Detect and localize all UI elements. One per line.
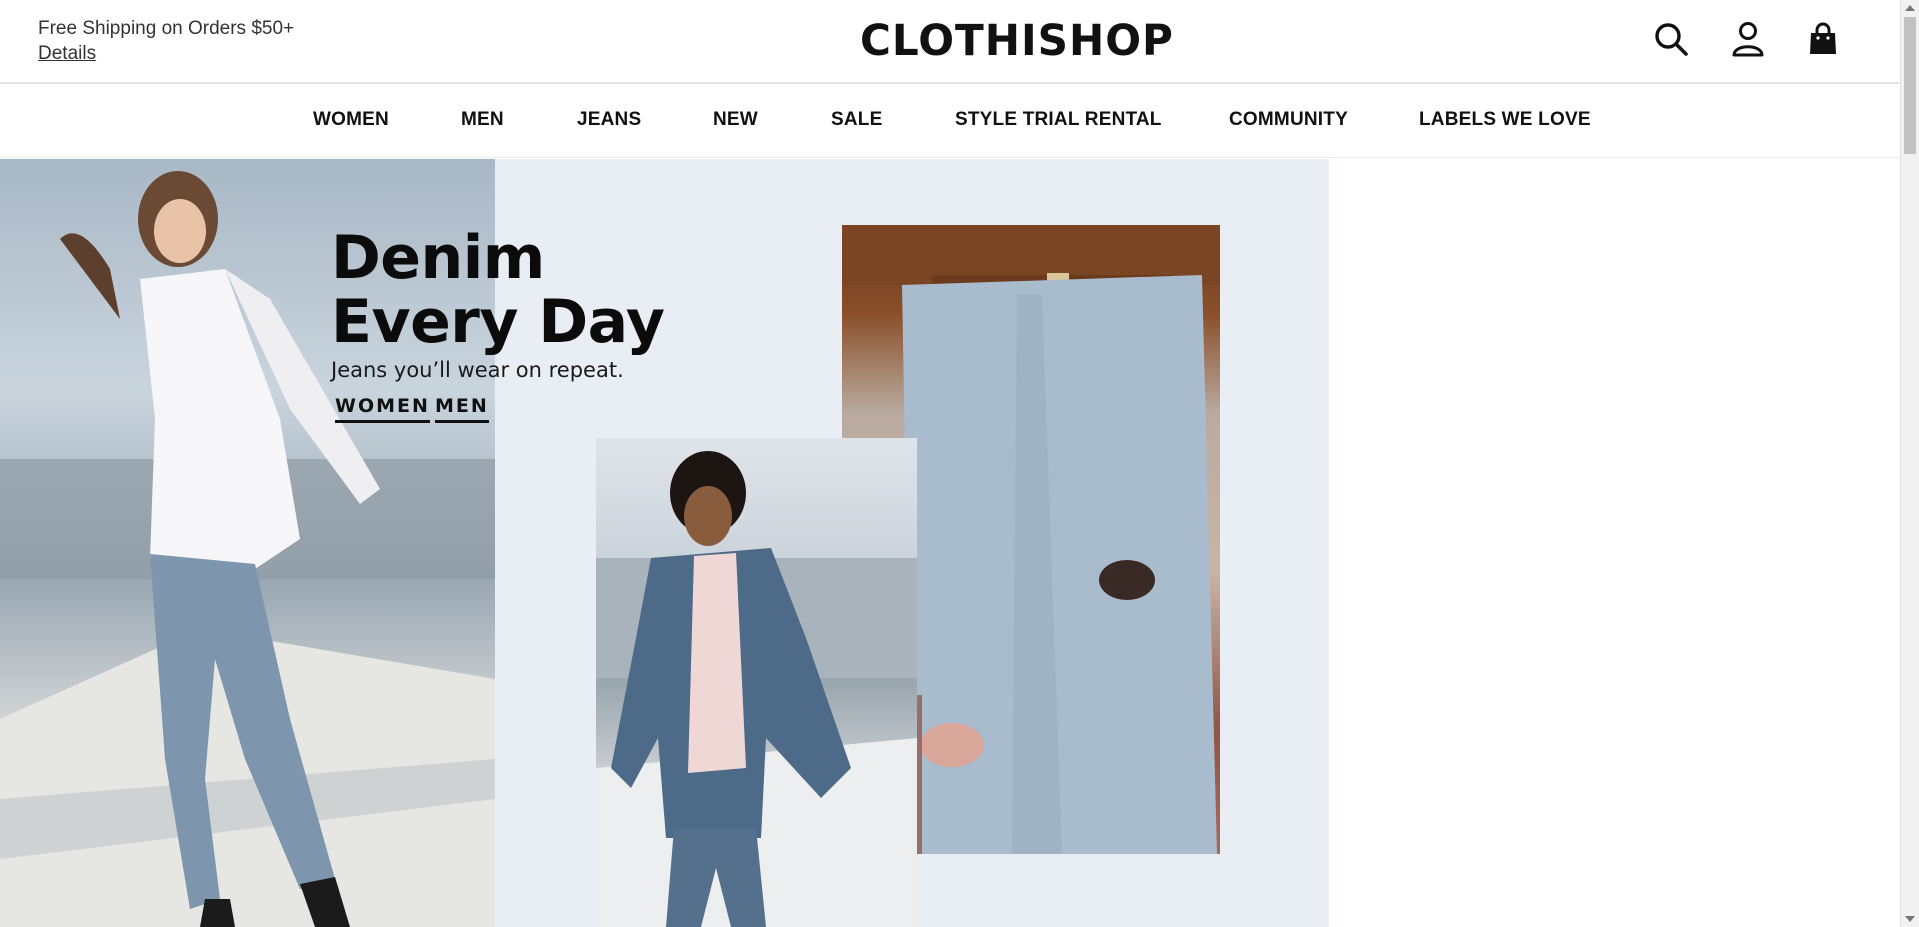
hero-subline: Jeans you’ll wear on repeat. bbox=[331, 358, 624, 382]
nav-item-women[interactable]: WOMEN bbox=[313, 109, 389, 131]
nav-item-labels-we-love[interactable]: LABELS WE LOVE bbox=[1419, 109, 1591, 131]
nav-item-men[interactable]: MEN bbox=[461, 109, 504, 131]
hero-headline: Denim Every Day bbox=[331, 223, 665, 357]
shop-men-link[interactable]: MEN bbox=[435, 395, 489, 423]
promo-details-link[interactable]: Details bbox=[38, 41, 294, 66]
page-scrollbar[interactable] bbox=[1900, 0, 1919, 927]
nav-item-new[interactable]: NEW bbox=[713, 109, 758, 131]
bag-icon[interactable] bbox=[1804, 20, 1842, 58]
promo-text: Free Shipping on Orders $50+ bbox=[38, 18, 295, 39]
scroll-down-arrow-icon[interactable] bbox=[1905, 916, 1915, 922]
top-bar: Free Shipping on Orders $50+ Details CLO… bbox=[0, 0, 1899, 84]
nav-item-jeans[interactable]: JEANS bbox=[577, 109, 641, 131]
main-nav: WOMEN MEN JEANS NEW SALE STYLE TRIAL REN… bbox=[0, 86, 1899, 158]
shop-women-link[interactable]: WOMEN bbox=[335, 395, 430, 423]
promo-banner: Free Shipping on Orders $50+ Details bbox=[38, 16, 294, 66]
nav-item-sale[interactable]: SALE bbox=[831, 109, 882, 131]
account-icon[interactable] bbox=[1729, 20, 1767, 58]
brand-logo[interactable]: CLOTHISHOP bbox=[860, 16, 1174, 66]
search-icon[interactable] bbox=[1652, 20, 1690, 58]
hero-photo-man bbox=[596, 438, 917, 927]
hero-headline-line1: Denim bbox=[331, 223, 545, 293]
nav-item-community[interactable]: COMMUNITY bbox=[1229, 109, 1348, 131]
scrollbar-thumb[interactable] bbox=[1904, 17, 1916, 154]
nav-item-style-trial-rental[interactable]: STYLE TRIAL RENTAL bbox=[955, 109, 1162, 131]
hero-banner[interactable]: Denim Every Day Jeans you’ll wear on rep… bbox=[0, 159, 1329, 927]
scroll-up-arrow-icon[interactable] bbox=[1905, 5, 1915, 11]
hero-headline-line2: Every Day bbox=[331, 287, 665, 357]
